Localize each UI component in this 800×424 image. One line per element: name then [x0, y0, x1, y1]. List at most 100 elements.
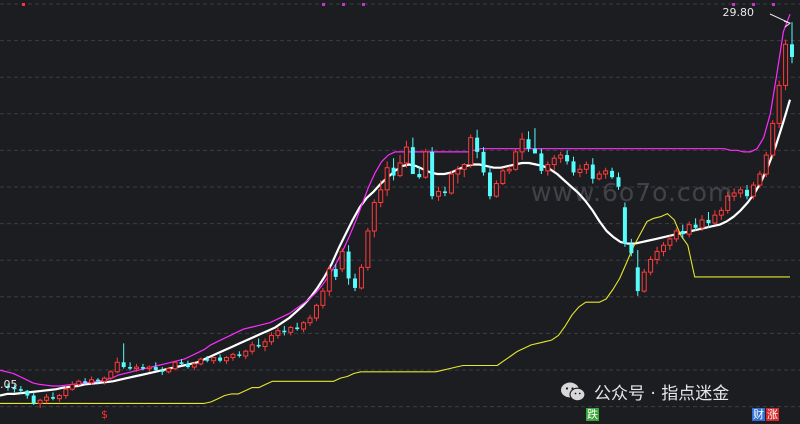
signal-down: 跌: [586, 408, 599, 421]
candle-body: [397, 162, 403, 177]
candle-body: [63, 388, 69, 397]
candle-body: [191, 363, 197, 368]
indicator-line-0: [0, 99, 792, 397]
candle: [313, 303, 319, 322]
candle: [69, 381, 75, 391]
candle: [326, 265, 332, 296]
candle-body: [693, 224, 698, 228]
candle: [128, 362, 133, 371]
candle: [262, 338, 268, 352]
candle-body: [565, 155, 570, 162]
candle-body: [417, 174, 422, 178]
candle: [410, 137, 415, 175]
candle: [565, 150, 570, 165]
candle: [475, 129, 480, 159]
candle-body: [539, 153, 544, 171]
candle: [423, 148, 429, 179]
candle-body: [384, 167, 390, 191]
candle: [461, 162, 467, 178]
low-price-label: .05: [0, 378, 18, 391]
candle: [256, 338, 261, 349]
candle-body: [770, 122, 776, 156]
candlestick-chart: [0, 3, 800, 409]
candle: [249, 341, 255, 355]
candle-body: [307, 317, 313, 324]
candle-body: [468, 137, 474, 166]
candle-body: [475, 137, 480, 152]
candle-body: [500, 170, 506, 185]
candle: [172, 360, 178, 371]
candle-body: [218, 357, 223, 361]
candle-body: [776, 84, 782, 124]
candle-body: [583, 164, 589, 170]
top-marker: [322, 3, 325, 6]
candle-body: [551, 157, 557, 166]
wechat-icon: [561, 382, 586, 401]
candle-body: [301, 322, 307, 330]
candle: [763, 151, 769, 178]
candle-body: [268, 334, 274, 343]
candle: [25, 389, 30, 399]
candle-body: [365, 230, 371, 268]
candle-body: [288, 326, 294, 333]
candle-body: [108, 371, 114, 379]
candle-body: [745, 189, 750, 197]
candle-body: [237, 354, 242, 356]
candle: [114, 357, 120, 374]
candle: [706, 212, 711, 228]
candle-body: [783, 43, 789, 86]
candle: [391, 158, 396, 181]
candle: [481, 147, 486, 176]
candle-body: [50, 397, 55, 399]
candle: [738, 186, 744, 198]
candle: [50, 392, 55, 401]
candle: [436, 186, 442, 201]
candle: [146, 365, 152, 372]
candle: [31, 392, 36, 406]
candle-body: [166, 368, 172, 373]
candle: [365, 227, 371, 271]
candle: [532, 128, 537, 154]
candle-body: [76, 380, 82, 385]
candle: [635, 249, 640, 296]
candle: [571, 156, 576, 176]
candle: [448, 170, 454, 195]
candle-body: [205, 359, 210, 361]
candle-body: [635, 267, 640, 292]
candle-body: [622, 207, 627, 244]
candle: [583, 161, 589, 175]
candle: [301, 321, 307, 333]
candle-body: [134, 366, 140, 370]
candle-body: [506, 168, 512, 172]
candle-body: [648, 258, 654, 273]
candle-body: [448, 173, 454, 194]
candle: [622, 202, 627, 247]
candle-body: [179, 362, 184, 364]
candle-body: [371, 202, 377, 232]
candle: [56, 393, 62, 402]
candle: [539, 148, 544, 175]
candle-body: [641, 271, 647, 292]
candle: [654, 246, 660, 265]
candle-body: [610, 170, 615, 178]
candle-body: [558, 154, 564, 159]
candle-body: [513, 151, 519, 170]
candle: [185, 360, 190, 369]
candle: [108, 370, 114, 380]
candle-body: [603, 170, 609, 175]
signal-up: 涨: [766, 408, 779, 421]
candle-body: [353, 278, 358, 288]
candle-body: [718, 209, 724, 216]
candle: [577, 164, 583, 178]
candle-body: [140, 367, 145, 369]
candle-body: [89, 379, 95, 384]
candle: [358, 264, 364, 290]
candle: [519, 132, 525, 160]
candle: [230, 352, 236, 361]
wechat-account-badge: 公众号 · 指点迷金: [560, 379, 729, 404]
candle: [660, 242, 666, 257]
candle: [160, 367, 165, 375]
candle-body: [750, 184, 756, 197]
candle: [320, 287, 326, 309]
candle-body: [146, 366, 152, 370]
